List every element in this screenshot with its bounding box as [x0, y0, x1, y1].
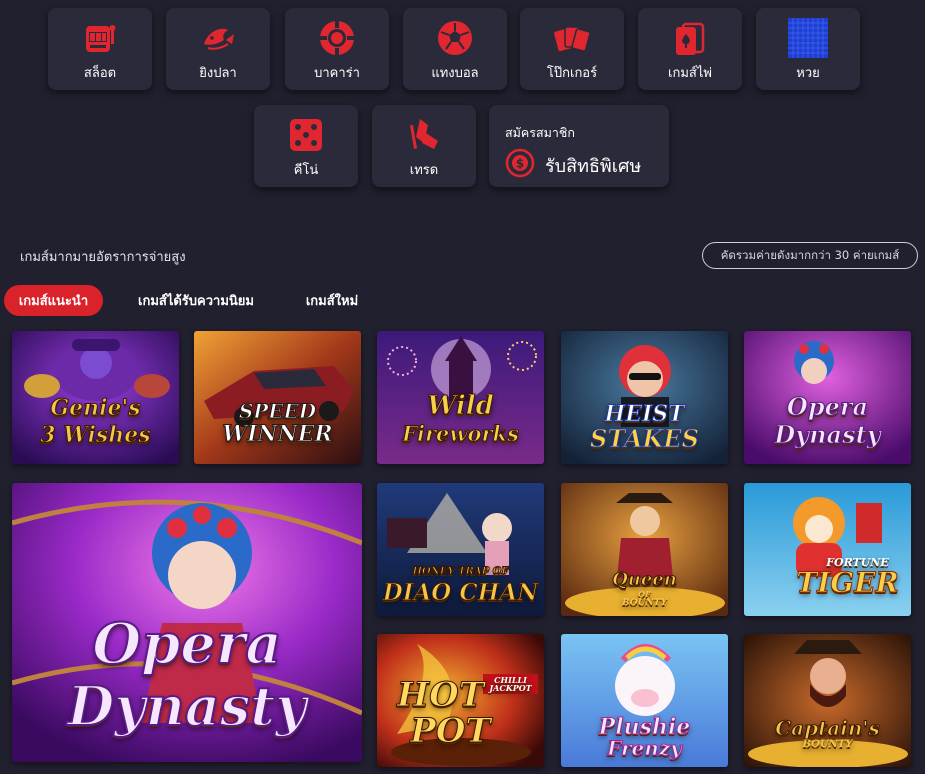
game-title-line1: HONEY TRAP OF — [412, 566, 509, 577]
category-football[interactable]: แทงบอล — [403, 8, 507, 90]
game-title-line1: Wild — [427, 391, 495, 421]
game-tile-diao-chan[interactable]: HONEY TRAP OF DIAO CHAN — [377, 483, 544, 616]
category-label: เทรด — [409, 163, 439, 178]
category-label: บาคาร่า — [314, 66, 360, 81]
category-label: เกมส์ไพ่ — [668, 66, 712, 81]
poker-chip-icon — [317, 18, 357, 58]
game-title-line2: WINNER — [222, 421, 333, 447]
game-title-line1: Opera — [91, 611, 282, 677]
game-tile-opera-dynasty-featured[interactable]: Opera Dynasty — [12, 483, 362, 762]
register-promo-card[interactable]: สมัครสมาชิก $ รับสิทธิพิเศษ — [489, 105, 669, 187]
game-title-line1: Plushie — [598, 714, 691, 740]
game-title-line2: STAKES — [590, 424, 700, 453]
game-title-line2: BOUNTY — [802, 739, 853, 750]
game-title-line2: Fireworks — [402, 421, 520, 446]
game-tile-heist-stakes[interactable]: HEIST STAKES — [561, 331, 728, 464]
dollar-coin-icon: $ — [505, 148, 535, 178]
game-tile-wild-fireworks[interactable]: Wild Fireworks — [377, 331, 544, 464]
game-title-line2: DIAO CHAN — [382, 579, 539, 606]
category-poker[interactable]: โป๊กเกอร์ — [520, 8, 624, 90]
category-label: หวย — [796, 66, 820, 81]
game-tile-opera-dynasty[interactable]: Opera Dynasty — [744, 331, 911, 464]
game-title-line1: Captain's — [775, 716, 881, 740]
trade-flag-icon — [404, 115, 444, 155]
soccer-ball-icon — [435, 18, 475, 58]
headline-text: เกมส์มากมายอัตราการจ่ายสูง — [20, 250, 186, 265]
cards-icon — [552, 18, 592, 58]
game-tile-plushie-frenzy[interactable]: Plushie Frenzy — [561, 634, 728, 767]
category-label: คีโน่ — [293, 163, 319, 178]
game-title-line2: 3 Wishes — [40, 422, 151, 448]
tab-new[interactable]: เกมส์ใหม่ — [292, 285, 372, 316]
game-tile-queen-of-bounty[interactable]: Queen OF BOUNTY — [561, 483, 728, 616]
category-card-games[interactable]: เกมส์ไพ่ — [638, 8, 742, 90]
slot-machine-icon — [80, 18, 120, 58]
promo-small-text: สมัครสมาชิก — [505, 125, 575, 140]
category-label: ยิงปลา — [199, 66, 237, 81]
category-fishing[interactable]: ยิงปลา — [166, 8, 270, 90]
providers-pill-button[interactable]: คัดรวมค่ายดังมากกว่า 30 ค่ายเกมส์ — [702, 242, 918, 269]
tab-recommended[interactable]: เกมส์แนะนำ — [4, 285, 103, 316]
category-label: แทงบอล — [431, 66, 479, 81]
category-trade[interactable]: เทรด — [372, 105, 476, 187]
category-baccarat[interactable]: บาคาร่า — [285, 8, 389, 90]
game-title-line1: HOT — [396, 675, 485, 715]
category-slot[interactable]: สล็อต — [48, 8, 152, 90]
game-tile-captains-bounty[interactable]: Captain's BOUNTY — [744, 634, 911, 767]
category-keno[interactable]: คีโน่ — [254, 105, 358, 187]
game-tile-fortune-tiger[interactable]: FORTUNE TIGER — [744, 483, 911, 616]
game-title-line2: Dynasty — [774, 420, 881, 449]
fish-icon — [198, 18, 238, 58]
game-title-line2: Dynasty — [66, 674, 307, 738]
game-title-line1: Genie's — [50, 395, 141, 421]
game-title-line1: Queen — [612, 569, 678, 590]
dice-icon — [286, 115, 326, 155]
game-title-line2: Frenzy — [607, 736, 683, 760]
game-title-line2: TIGER — [796, 566, 899, 599]
svg-text:$: $ — [516, 157, 524, 171]
category-label: สล็อต — [83, 66, 117, 81]
game-title-small: OF — [638, 589, 651, 599]
playing-card-icon — [670, 18, 710, 58]
lottery-grid-icon — [788, 18, 828, 58]
category-lottery[interactable]: หวย — [756, 8, 860, 90]
game-title-line1: Opera — [786, 392, 869, 421]
game-title-line2: BOUNTY — [622, 598, 667, 608]
game-title-line1: HEIST — [604, 401, 685, 427]
category-label: โป๊กเกอร์ — [546, 66, 598, 81]
game-title-line2: POT — [410, 711, 491, 751]
game-tile-genies-3-wishes[interactable]: Genie's 3 Wishes — [12, 331, 179, 464]
game-tile-speed-winner[interactable]: SPEED WINNER — [194, 331, 361, 464]
game-title-line1: SPEED — [238, 399, 317, 423]
promo-big-text: รับสิทธิพิเศษ — [545, 156, 642, 177]
game-tile-hot-pot[interactable]: CHILLI JACKPOT HOT POT — [377, 634, 544, 767]
tab-popular[interactable]: เกมส์ได้รับความนิยม — [122, 285, 270, 316]
